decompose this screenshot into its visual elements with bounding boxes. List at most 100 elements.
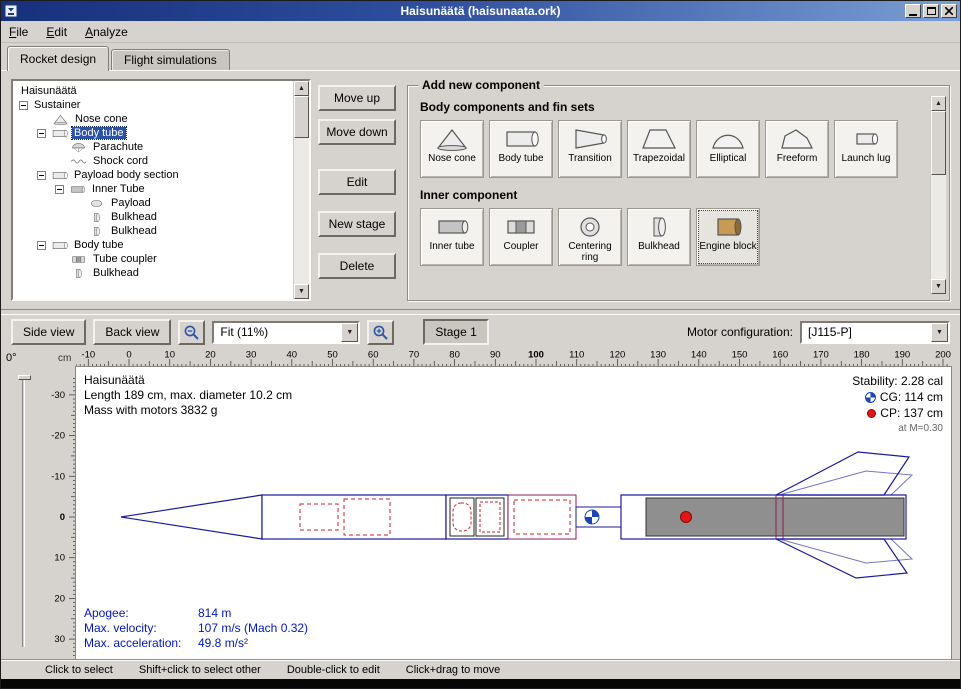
scroll-up-icon[interactable]: ▲ — [931, 96, 946, 111]
minimize-button[interactable] — [905, 4, 921, 18]
component-scrollbar-thumb[interactable] — [931, 111, 946, 175]
add-transition-button[interactable]: Transition — [558, 120, 622, 178]
chevron-down-icon[interactable]: ▼ — [341, 323, 358, 342]
tree-item-label: Bulkhead — [109, 225, 159, 237]
new-stage-button[interactable]: New stage — [318, 211, 396, 237]
tree-scrollbar-thumb[interactable] — [294, 96, 309, 138]
add-centering-ring-button[interactable]: Centering ring — [558, 208, 622, 266]
tree-item-nose-cone[interactable]: Nose cone — [13, 112, 293, 126]
add-nose-cone-button[interactable]: Nose cone — [420, 120, 484, 178]
tree-item-shock-cord[interactable]: Shock cord — [13, 154, 293, 168]
flight-data: Apogee:814 m Max. velocity:107 m/s (Mach… — [84, 606, 308, 651]
tree-item-label: Shock cord — [91, 155, 150, 167]
component-label: Launch lug — [836, 153, 896, 164]
inner-tube-icon — [68, 184, 87, 195]
back-view-button[interactable]: Back view — [93, 319, 171, 345]
tree-actions: Move up Move down Edit New stage Delete — [311, 79, 403, 301]
acceleration-label: Max. acceleration: — [84, 636, 198, 651]
tree-item-label: Parachute — [91, 141, 145, 153]
bulkhead-icon — [69, 268, 88, 279]
side-view-button[interactable]: Side view — [11, 319, 86, 345]
stage-1-toggle[interactable]: Stage 1 — [423, 319, 488, 345]
collapse-toggle-icon[interactable] — [37, 129, 46, 138]
tree-item-payload-body-section[interactable]: Payload body section — [13, 168, 293, 182]
tree-item-sustainer[interactable]: Sustainer — [13, 98, 293, 112]
tree-item-label: Nose cone — [73, 113, 130, 125]
tree-item-tube-coupler[interactable]: Tube coupler — [13, 252, 293, 266]
bulkhead-icon — [639, 213, 679, 241]
scroll-down-icon[interactable]: ▼ — [931, 279, 946, 294]
tree-item-body-tube[interactable]: Body tube — [13, 126, 293, 140]
close-button[interactable] — [941, 4, 957, 18]
rotation-slider[interactable] — [22, 375, 25, 647]
tree-item-parachute[interactable]: Parachute — [13, 140, 293, 154]
svg-text:100: 100 — [528, 350, 544, 361]
stability-value: Stability: 2.28 cal — [852, 373, 943, 389]
zoom-out-button[interactable] — [178, 320, 205, 345]
tree-item-bulkhead[interactable]: Bulkhead — [13, 266, 293, 280]
add-engine-block-button[interactable]: Engine block — [696, 208, 760, 266]
menu-file[interactable]: File — [9, 25, 28, 39]
menu-edit[interactable]: Edit — [46, 25, 67, 39]
chevron-down-icon[interactable]: ▼ — [931, 323, 948, 342]
tree-item-label: Haisunäätä — [19, 85, 79, 97]
view-toolbar: Side view Back view Fit (11%) ▼ Stage 1 … — [1, 315, 960, 349]
body-components-label: Body components and fin sets — [420, 100, 919, 114]
tree-item-label: Body tube — [72, 127, 126, 139]
add-bulkhead-button[interactable]: Bulkhead — [627, 208, 691, 266]
svg-text:10: 10 — [164, 350, 175, 361]
tree-item-label: Bulkhead — [91, 267, 141, 279]
move-up-button[interactable]: Move up — [318, 85, 396, 111]
svg-text:10: 10 — [54, 553, 65, 564]
component-label: Engine block — [698, 241, 758, 252]
component-label: Inner tube — [422, 241, 482, 252]
motor-config-select[interactable]: [J115-P] ▼ — [800, 321, 950, 344]
parachute-icon — [69, 142, 88, 153]
zoom-in-button[interactable] — [367, 320, 394, 345]
collapse-toggle-icon[interactable] — [37, 171, 46, 180]
tree-scrollbar-track[interactable] — [294, 96, 309, 284]
tree-item-body-tube[interactable]: Body tube — [13, 238, 293, 252]
add-elliptical-button[interactable]: Elliptical — [696, 120, 760, 178]
component-label: Bulkhead — [629, 241, 689, 252]
cp-icon — [867, 409, 876, 418]
motor-config-label: Motor configuration: — [687, 325, 793, 339]
rotation-slider-handle[interactable] — [18, 375, 31, 380]
component-scrollbar[interactable]: ▲ ▼ — [930, 96, 946, 294]
collapse-toggle-icon[interactable] — [37, 241, 46, 250]
add-inner-tube-button[interactable]: Inner tube — [420, 208, 484, 266]
bottom-fin-shape — [776, 539, 907, 578]
tab-rocket-design[interactable]: Rocket design — [7, 46, 109, 71]
tree-item-inner-tube[interactable]: Inner Tube — [13, 182, 293, 196]
svg-text:60: 60 — [368, 350, 379, 361]
add-launch-lug-button[interactable]: Launch lug — [834, 120, 898, 178]
edit-button[interactable]: Edit — [318, 169, 396, 195]
zoom-in-icon — [372, 324, 389, 341]
maximize-button[interactable] — [923, 4, 939, 18]
menu-analyze[interactable]: Analyze — [85, 25, 128, 39]
tree-item-payload[interactable]: Payload — [13, 196, 293, 210]
scroll-down-icon[interactable]: ▼ — [294, 284, 309, 299]
add-coupler-button[interactable]: Coupler — [489, 208, 553, 266]
collapse-toggle-icon[interactable] — [19, 101, 28, 110]
zoom-select[interactable]: Fit (11%) ▼ — [212, 321, 360, 344]
tree-scrollbar[interactable]: ▲ ▼ — [293, 81, 309, 299]
engine-block-icon — [708, 213, 748, 241]
tab-flight-simulations[interactable]: Flight simulations — [111, 49, 230, 70]
component-label: Body tube — [491, 153, 551, 164]
tree-item-bulkhead[interactable]: Bulkhead — [13, 224, 293, 238]
delete-button[interactable]: Delete — [318, 253, 396, 279]
collapse-toggle-icon[interactable] — [55, 185, 64, 194]
scroll-up-icon[interactable]: ▲ — [294, 81, 309, 96]
component-label: Trapezoidal — [629, 153, 689, 164]
component-label: Elliptical — [698, 153, 758, 164]
add-trapezoidal-button[interactable]: Trapezoidal — [627, 120, 691, 178]
add-body-tube-button[interactable]: Body tube — [489, 120, 553, 178]
move-down-button[interactable]: Move down — [318, 119, 396, 145]
rocket-canvas[interactable]: Haisunäätä Length 189 cm, max. diameter … — [76, 367, 951, 659]
tree-item-bulkhead[interactable]: Bulkhead — [13, 210, 293, 224]
add-freeform-button[interactable]: Freeform — [765, 120, 829, 178]
tree-item-haisun-t[interactable]: Haisunäätä — [13, 84, 293, 98]
svg-text:-30: -30 — [51, 390, 65, 401]
component-scrollbar-track[interactable] — [931, 111, 946, 279]
